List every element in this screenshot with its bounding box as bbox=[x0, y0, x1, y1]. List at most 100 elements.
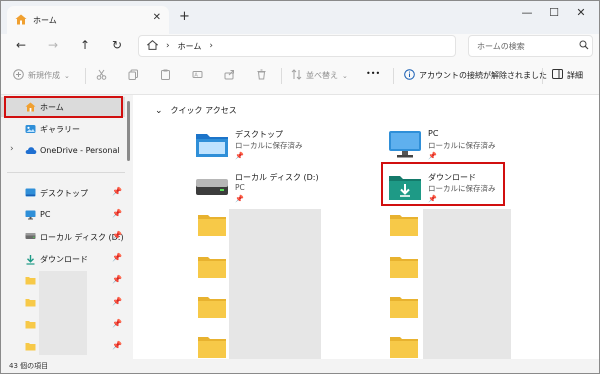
tab-label: ホーム bbox=[33, 15, 57, 25]
details-pane-icon bbox=[552, 69, 563, 81]
delete-icon[interactable] bbox=[256, 69, 267, 80]
more-options-button[interactable]: ••• bbox=[366, 69, 380, 78]
navigation-pane: ホーム ギャラリー › OneDrive - Personal デスクトップ 📌 bbox=[1, 95, 130, 359]
chevron-down-icon: ⌄ bbox=[64, 71, 70, 80]
up-button[interactable]: ↑ bbox=[77, 38, 93, 52]
folder-icon bbox=[25, 342, 36, 353]
section-title: クイック アクセス bbox=[170, 106, 237, 115]
content-pane: ⌄ クイック アクセス デスクトップ ローカルに保存済み 📌 PC ローカルに保… bbox=[133, 95, 599, 359]
pin-icon: 📌 bbox=[428, 195, 437, 203]
sort-icon bbox=[291, 69, 302, 82]
tab-home[interactable]: ホーム ✕ bbox=[7, 6, 169, 34]
folder-icon[interactable] bbox=[197, 255, 227, 281]
folder-icon[interactable] bbox=[389, 255, 419, 281]
quick-access-downloads[interactable]: ダウンロード ローカルに保存済み 📌 bbox=[388, 171, 568, 211]
monitor-icon bbox=[388, 130, 422, 162]
sort-button-label: 並べ替え bbox=[306, 71, 338, 80]
sidebar-item-label: PC bbox=[40, 210, 51, 219]
item-name: ダウンロード bbox=[428, 173, 476, 182]
chevron-down-icon[interactable]: ⌄ bbox=[155, 106, 163, 116]
refresh-button[interactable]: ↻ bbox=[109, 38, 125, 52]
pin-icon[interactable]: 📌 bbox=[112, 253, 122, 262]
home-outline-icon bbox=[146, 40, 159, 52]
details-button[interactable]: 詳細 bbox=[552, 69, 583, 81]
tab-close-icon[interactable]: ✕ bbox=[153, 12, 161, 23]
monitor-icon bbox=[25, 210, 36, 222]
quick-access-desktop[interactable]: デスクトップ ローカルに保存済み 📌 bbox=[195, 128, 375, 168]
download-icon bbox=[25, 254, 36, 267]
sidebar-item-gallery[interactable]: ギャラリー bbox=[1, 119, 125, 139]
pin-icon[interactable]: 📌 bbox=[112, 231, 122, 240]
pin-icon[interactable]: 📌 bbox=[112, 187, 122, 196]
pin-icon[interactable]: 📌 bbox=[112, 209, 122, 218]
sidebar-scrollbar[interactable] bbox=[127, 101, 130, 161]
quick-access-header[interactable]: ⌄ クイック アクセス bbox=[155, 105, 237, 116]
redacted-folder-names bbox=[229, 209, 321, 359]
pin-icon[interactable]: 📌 bbox=[112, 297, 122, 306]
rename-icon[interactable]: A bbox=[192, 69, 203, 80]
chevron-right-icon: › bbox=[166, 41, 170, 51]
sidebar-item-label: ホーム bbox=[40, 103, 64, 112]
explorer-window: ホーム ✕ + — ☐ ✕ ← → ↑ ↻ › ホーム › ホームの検索 新規作… bbox=[0, 0, 600, 374]
home-icon bbox=[25, 102, 36, 114]
toolbar-divider bbox=[281, 68, 282, 84]
paste-icon[interactable] bbox=[160, 69, 171, 80]
folder-icon[interactable] bbox=[197, 213, 227, 239]
quick-access-local-disk[interactable]: ローカル ディスク (D:) PC 📌 bbox=[195, 171, 375, 211]
sidebar-item-local-disk[interactable]: ローカル ディスク (D:) 📌 bbox=[1, 227, 125, 247]
command-bar: 新規作成 ⌄ A 並べ替え ⌄ ••• アカウントの接続が解除されました 詳細 bbox=[1, 58, 599, 95]
more-icon: ••• bbox=[366, 69, 381, 78]
sidebar-item-desktop[interactable]: デスクトップ 📌 bbox=[1, 183, 125, 203]
sort-button[interactable]: 並べ替え ⌄ bbox=[291, 69, 348, 82]
folder-icon[interactable] bbox=[389, 295, 419, 321]
folder-icon[interactable] bbox=[389, 213, 419, 239]
account-notice-button[interactable]: アカウントの接続が解除されました bbox=[404, 69, 547, 82]
info-icon bbox=[404, 69, 415, 82]
maximize-button[interactable]: ☐ bbox=[544, 6, 564, 19]
folder-icon bbox=[25, 298, 36, 309]
sidebar-item-home[interactable]: ホーム bbox=[1, 97, 125, 117]
close-window-button[interactable]: ✕ bbox=[571, 6, 591, 19]
folder-icon bbox=[25, 320, 36, 331]
folder-icon[interactable] bbox=[197, 335, 227, 361]
pin-icon: 📌 bbox=[235, 152, 244, 160]
item-name: ローカル ディスク (D:) bbox=[235, 173, 319, 182]
sidebar-item-label: デスクトップ bbox=[40, 189, 88, 198]
folder-icon[interactable] bbox=[389, 335, 419, 361]
plus-circle-icon bbox=[13, 69, 24, 82]
address-field[interactable]: › ホーム › bbox=[138, 35, 456, 57]
search-icon bbox=[579, 40, 589, 52]
cut-icon[interactable] bbox=[96, 69, 107, 80]
quick-access-pc[interactable]: PC ローカルに保存済み 📌 bbox=[388, 128, 568, 168]
chevron-right-icon[interactable]: › bbox=[10, 144, 14, 154]
breadcrumb-home[interactable]: ホーム bbox=[178, 41, 202, 52]
search-input[interactable] bbox=[468, 35, 593, 57]
status-bar: 43 個の項目 bbox=[1, 359, 599, 373]
toolbar-divider bbox=[85, 68, 86, 84]
chevron-right-icon[interactable]: › bbox=[209, 41, 213, 51]
download-folder-icon bbox=[388, 173, 422, 203]
sidebar-item-onedrive[interactable]: › OneDrive - Personal bbox=[1, 141, 125, 161]
new-tab-button[interactable]: + bbox=[179, 10, 190, 23]
desktop-icon bbox=[25, 188, 36, 199]
back-button[interactable]: ← bbox=[13, 38, 29, 52]
new-button[interactable]: 新規作成 ⌄ bbox=[13, 69, 70, 82]
sidebar-item-downloads[interactable]: ダウンロード 📌 bbox=[1, 249, 125, 269]
sidebar-item-pc[interactable]: PC 📌 bbox=[1, 205, 125, 225]
folder-icon[interactable] bbox=[197, 295, 227, 321]
cloud-icon bbox=[25, 146, 37, 157]
copy-icon[interactable] bbox=[128, 69, 139, 80]
share-icon[interactable] bbox=[224, 69, 235, 80]
minimize-button[interactable]: — bbox=[517, 6, 537, 19]
pin-icon[interactable]: 📌 bbox=[112, 275, 122, 284]
forward-button[interactable]: → bbox=[45, 38, 61, 52]
drive-icon bbox=[25, 232, 36, 242]
pin-icon[interactable]: 📌 bbox=[112, 341, 122, 350]
item-subtitle: ローカルに保存済み bbox=[428, 184, 496, 193]
redacted-folder-names bbox=[423, 209, 511, 359]
title-bar: ホーム ✕ + — ☐ ✕ bbox=[1, 1, 599, 34]
sidebar-item-label: ギャラリー bbox=[40, 125, 80, 134]
pin-icon[interactable]: 📌 bbox=[112, 319, 122, 328]
new-button-label: 新規作成 bbox=[28, 71, 60, 80]
sidebar-item-label: OneDrive - Personal bbox=[40, 146, 120, 155]
